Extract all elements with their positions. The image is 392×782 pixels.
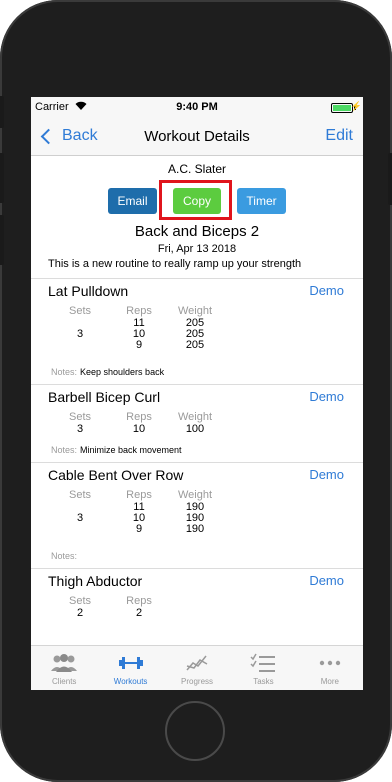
- exercise-notes: Notes:: [51, 551, 80, 561]
- routine-description: This is a new routine to really ramp up …: [48, 258, 302, 270]
- exercise-notes: Notes: Minimize back movement: [51, 445, 182, 455]
- exercise-name: Thigh Abductor: [48, 573, 143, 589]
- tab-label: Tasks: [253, 677, 274, 686]
- dumbbell-icon: [118, 652, 144, 674]
- reps-value: 9: [135, 523, 143, 535]
- sets-value: 3: [76, 423, 84, 435]
- charging-icon: ⚡: [350, 101, 362, 111]
- exercise-header: Cable Bent Over Row Demo: [31, 463, 363, 485]
- weight-value: 205: [185, 339, 205, 351]
- demo-link[interactable]: Demo: [309, 467, 344, 482]
- home-button[interactable]: [165, 701, 225, 761]
- phone-frame: Carrier 9:40 PM ⚡ Back Workout Details E…: [0, 0, 392, 782]
- exercise-row: Cable Bent Over Row Demo Sets 3 Reps 11 …: [31, 463, 363, 569]
- edit-button[interactable]: Edit: [325, 127, 353, 145]
- mute-switch: [0, 96, 4, 128]
- power-button: [388, 153, 392, 205]
- timer-button[interactable]: Timer: [237, 187, 286, 214]
- sets-value: 3: [76, 512, 84, 524]
- tab-label: More: [320, 677, 339, 686]
- notes-label: Notes:: [51, 551, 78, 561]
- sets-column: Sets 3: [60, 489, 100, 524]
- weight-value: 190: [185, 523, 205, 535]
- notes-text: Keep shoulders back: [80, 367, 165, 377]
- routine-title: Back and Biceps 2: [134, 223, 260, 240]
- tab-progress[interactable]: Progress: [164, 646, 230, 690]
- tab-clients[interactable]: Clients: [31, 646, 97, 690]
- exercise-header: Barbell Bicep Curl Demo: [31, 385, 363, 407]
- demo-link[interactable]: Demo: [309, 573, 344, 588]
- notes-label: Notes:: [51, 367, 78, 377]
- reps-column: Reps 11 10 9: [120, 489, 158, 535]
- page-title: Workout Details: [144, 128, 250, 145]
- tab-workouts[interactable]: Workouts: [97, 646, 163, 690]
- reps-value: 10: [132, 423, 146, 435]
- workout-header: A.C. Slater Email Copy Timer Back and Bi…: [31, 156, 363, 270]
- weight-column: Weight 190 190 190: [175, 489, 215, 535]
- sets-value: 3: [76, 328, 84, 340]
- more-dots-icon: [319, 652, 341, 674]
- email-button[interactable]: Email: [108, 187, 157, 214]
- reps-value: 9: [135, 339, 143, 351]
- workout-details-content[interactable]: A.C. Slater Email Copy Timer Back and Bi…: [31, 156, 363, 645]
- sets-column: Sets 3: [60, 305, 100, 340]
- weight-column: Weight 205 205 205: [175, 305, 215, 351]
- clients-icon: [49, 652, 79, 674]
- sets-value: 2: [76, 607, 84, 619]
- client-name: A.C. Slater: [167, 162, 227, 176]
- demo-link[interactable]: Demo: [309, 389, 344, 404]
- exercise-row: Barbell Bicep Curl Demo Sets 3 Reps 10 W…: [31, 385, 363, 463]
- reps-column: Reps 2: [120, 595, 158, 619]
- battery-icon: [331, 103, 353, 113]
- notes-label: Notes:: [51, 445, 78, 455]
- exercise-name: Cable Bent Over Row: [48, 467, 184, 483]
- sets-column: Sets 2: [60, 595, 100, 619]
- reps-column: Reps 10: [120, 411, 158, 435]
- exercise-name: Barbell Bicep Curl: [48, 389, 161, 405]
- tab-label: Workouts: [113, 677, 148, 686]
- demo-link[interactable]: Demo: [309, 283, 344, 298]
- exercise-notes: Notes: Keep shoulders back: [51, 367, 164, 377]
- sets-header: Sets: [68, 489, 91, 501]
- tab-more[interactable]: More: [297, 646, 363, 690]
- tasks-checklist-icon: [250, 652, 276, 674]
- exercise-name: Lat Pulldown: [48, 283, 129, 299]
- routine-date: Fri, Apr 13 2018: [157, 243, 237, 255]
- navigation-bar: Back Workout Details Edit: [31, 117, 363, 156]
- progress-chart-icon: [185, 652, 209, 674]
- exercise-header: Lat Pulldown Demo: [31, 279, 363, 301]
- copy-highlight-box: [159, 180, 232, 220]
- status-bar: Carrier 9:40 PM ⚡: [31, 97, 363, 117]
- tab-label: Progress: [181, 677, 214, 686]
- screen: Carrier 9:40 PM ⚡ Back Workout Details E…: [31, 97, 363, 690]
- tab-tasks[interactable]: Tasks: [230, 646, 296, 690]
- tab-bar: Clients Workouts Progress Tasks More: [31, 645, 363, 690]
- exercise-row: Lat Pulldown Demo Sets 3 Reps 11 10 9 We…: [31, 279, 363, 385]
- weight-column: Weight 100: [175, 411, 215, 435]
- tab-label: Clients: [51, 677, 77, 686]
- volume-down-button: [0, 215, 4, 265]
- exercise-row: Thigh Abductor Demo Sets 2 Reps 2: [31, 569, 363, 645]
- reps-column: Reps 11 10 9: [120, 305, 158, 351]
- weight-value: 100: [185, 423, 205, 435]
- volume-up-button: [0, 153, 4, 203]
- reps-value: 2: [135, 607, 143, 619]
- notes-text: Minimize back movement: [80, 445, 182, 455]
- status-time: 9:40 PM: [176, 101, 218, 113]
- sets-header: Sets: [68, 305, 91, 317]
- exercise-header: Thigh Abductor Demo: [31, 569, 363, 591]
- sets-column: Sets 3: [60, 411, 100, 435]
